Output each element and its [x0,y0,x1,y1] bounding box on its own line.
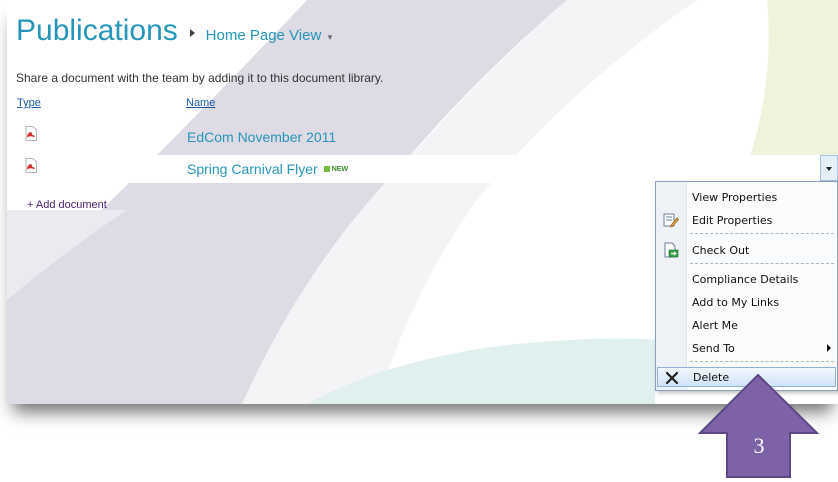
new-badge: NEW [323,165,349,173]
menu-item-label: Edit Properties [692,214,773,227]
step-callout-arrow: 3 [697,373,820,478]
breadcrumb-arrow-icon [190,28,196,37]
item-menu-dropdown-button[interactable] [820,155,838,181]
menu-item-compliance-details[interactable]: Compliance Details [656,269,837,289]
table-row-selected[interactable]: Spring Carnival Flyer NEW [7,155,838,183]
document-name[interactable]: Spring Carnival Flyer [187,161,318,177]
column-header-name[interactable]: Name [186,97,215,109]
document-link[interactable]: Spring Carnival Flyer NEW [187,161,348,177]
document-library-panel: Publications Home Page View ▾ Share a do… [7,0,838,404]
chevron-down-icon [826,167,832,171]
menu-item-add-to-my-links[interactable]: Add to My Links [656,292,837,312]
check-out-icon [664,242,679,258]
menu-item-edit-properties[interactable]: Edit Properties [656,210,837,230]
menu-item-label: Add to My Links [692,296,780,309]
new-icon [323,165,330,172]
item-context-menu: View Properties Edit Properties Check Ou… [655,181,838,391]
page-header: Publications Home Page View ▾ [16,14,332,48]
menu-item-label: View Properties [692,191,778,204]
menu-item-label: Alert Me [692,319,738,332]
delete-x-icon [665,371,679,385]
table-row[interactable]: EdCom November 2011 [7,123,838,149]
submenu-arrow-icon [827,344,831,352]
menu-separator [690,263,834,264]
pdf-icon [25,126,37,141]
menu-item-label: Check Out [692,244,750,257]
document-link[interactable]: EdCom November 2011 [187,129,336,145]
view-selector[interactable]: Home Page View [206,27,322,44]
new-badge-label: NEW [331,165,349,173]
library-description: Share a document with the team by adding… [16,71,384,85]
chevron-down-icon[interactable]: ▾ [328,32,333,43]
menu-item-view-properties[interactable]: View Properties [656,187,837,207]
pdf-icon [25,158,37,173]
menu-item-send-to[interactable]: Send To [656,338,837,358]
column-header-type[interactable]: Type [17,97,41,109]
menu-separator [690,361,834,362]
menu-item-check-out[interactable]: Check Out [656,240,837,260]
edit-properties-icon [663,213,679,228]
menu-item-label: Send To [692,342,735,355]
menu-item-label: Compliance Details [692,273,799,286]
menu-item-alert-me[interactable]: Alert Me [656,315,837,335]
add-document-link[interactable]: + Add document [27,199,107,211]
step-number: 3 [754,433,765,458]
menu-separator [690,233,834,234]
page-title: Publications [16,14,178,47]
